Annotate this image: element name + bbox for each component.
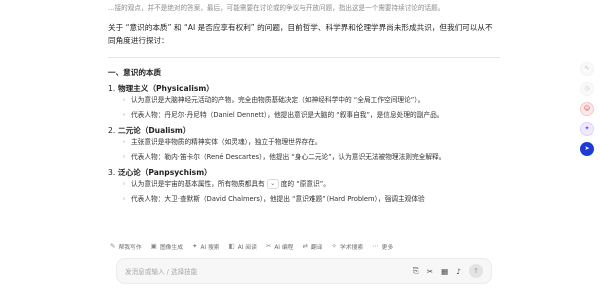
bullet-dot-icon: ◦ [122, 180, 126, 188]
tool-image-gen[interactable]: ▣ 图像生成 [151, 242, 183, 251]
intro-paragraph: 关于 “意识的本质” 和 “AI 是否应享有权利” 的问题，目前哲学、科学界和伦… [108, 23, 493, 45]
message-input[interactable]: 发消息或输入 / 选择技能 [125, 266, 413, 276]
tool-academic-search[interactable]: ✧ 学术搜索 [332, 242, 364, 251]
bullet: ◦ 主张意识是非物质的精神实体（如灵魂），独立于物理世界存在。 [122, 138, 322, 146]
tool-ai-search[interactable]: ✦ AI 搜索 [192, 242, 220, 251]
arrow-icon[interactable]: ➤ [580, 142, 594, 156]
book-icon: ◧ [228, 242, 235, 250]
bullet-dot-icon: ◦ [122, 195, 126, 203]
tool-more[interactable]: ⋯ 更多 [372, 242, 393, 251]
skill-toolbar: ✎ 帮我写作 ▣ 图像生成 ✦ AI 搜索 ◧ AI 阅读 ✂ AI 编程 ⇄ 翻译 ✧ 学术… [110, 240, 393, 252]
bullet: ◦ 认为意识是宇宙的基本属性，所有物质都具有 ⌄ 度的 “原意识”。 [122, 179, 330, 189]
input-actions: ⎘ ✂ ▦ ♪ ↑ [413, 264, 483, 278]
bullet: ◦ 代表人物：勒内·笛卡尔（René Descartes），他提出 “身心二元论”… [122, 153, 446, 161]
pen-icon: ✎ [110, 242, 116, 250]
list-item-heading: 2. 二元论（Dualism） [108, 126, 191, 135]
send-button[interactable]: ↑ [469, 264, 483, 278]
chat-message-area: …接的观点，并不是绝对的答案，最后，可能需要在讨论或的争议与开放问题，指出这是一… [108, 0, 500, 236]
bullet-dot-icon: ◦ [122, 111, 126, 119]
code-icon: ✂ [265, 242, 272, 250]
photo-icon[interactable]: ▦ [441, 267, 448, 276]
scroll-fade [108, 205, 500, 239]
message-input-bar[interactable]: 发消息或输入 / 选择技能 ⎘ ✂ ▦ ♪ ↑ [116, 258, 492, 284]
tool-ai-read[interactable]: ◧ AI 阅读 [229, 242, 257, 251]
tool-translate[interactable]: ⇄ 翻译 [302, 242, 322, 251]
chat-page: …接的观点，并不是绝对的答案，最后，可能需要在讨论或的争议与开放问题，指出这是一… [0, 0, 600, 306]
list-item-heading: 3. 泛心论（Panpsychism） [108, 168, 212, 177]
sparkle-icon[interactable]: ✦ [580, 122, 594, 136]
bullet-dot-icon: ◦ [122, 153, 126, 161]
robot-icon[interactable]: ☺ [580, 102, 594, 116]
microphone-icon[interactable]: ♪ [456, 267, 461, 276]
faded-previous-line: …接的观点，并不是绝对的答案，最后，可能需要在讨论或的争议与开放问题，指出这是一… [108, 4, 445, 12]
bullet: ◦ 代表人物：丹尼尔·丹尼特（Daniel Dennett），他提出意识是大脑的 … [122, 111, 444, 119]
chevron-down-icon[interactable]: ⌄ [266, 179, 279, 189]
academic-icon: ✧ [331, 242, 337, 250]
list-item-title: 物理主义（Physicalism） [118, 84, 214, 93]
clock-icon[interactable]: ◷ [580, 82, 594, 96]
tool-help-write[interactable]: ✎ 帮我写作 [110, 242, 142, 251]
image-icon: ▣ [150, 242, 157, 250]
attachment-icon[interactable]: ⎘ [413, 266, 419, 276]
side-rail: ✎ ◷ ☺ ✦ ➤ [580, 62, 594, 156]
translate-icon: ⇄ [302, 242, 308, 250]
bullet: ◦ 代表人物：大卫·查默斯（David Chalmers），他提出 “意识难题”（… [122, 195, 425, 203]
list-item-title: 泛心论（Panpsychism） [118, 168, 212, 177]
compose-icon[interactable]: ✎ [580, 62, 594, 76]
bullet-dot-icon: ◦ [122, 96, 126, 104]
sparkle-icon: ✦ [192, 242, 198, 250]
tool-ai-code[interactable]: ✂ AI 编程 [266, 242, 294, 251]
divider [108, 57, 500, 58]
more-icon: ⋯ [372, 242, 379, 250]
bullet-dot-icon: ◦ [122, 138, 126, 146]
list-item-heading: 1. 物理主义（Physicalism） [108, 84, 214, 93]
section-heading: 一、意识的本质 [108, 68, 162, 77]
list-item-title: 二元论（Dualism） [118, 126, 191, 135]
bullet: ◦ 认为意识是大脑神经元活动的产物，完全由物质基础决定（如神经科学中的 “全局工作… [122, 96, 425, 104]
scissors-icon[interactable]: ✂ [427, 267, 433, 276]
